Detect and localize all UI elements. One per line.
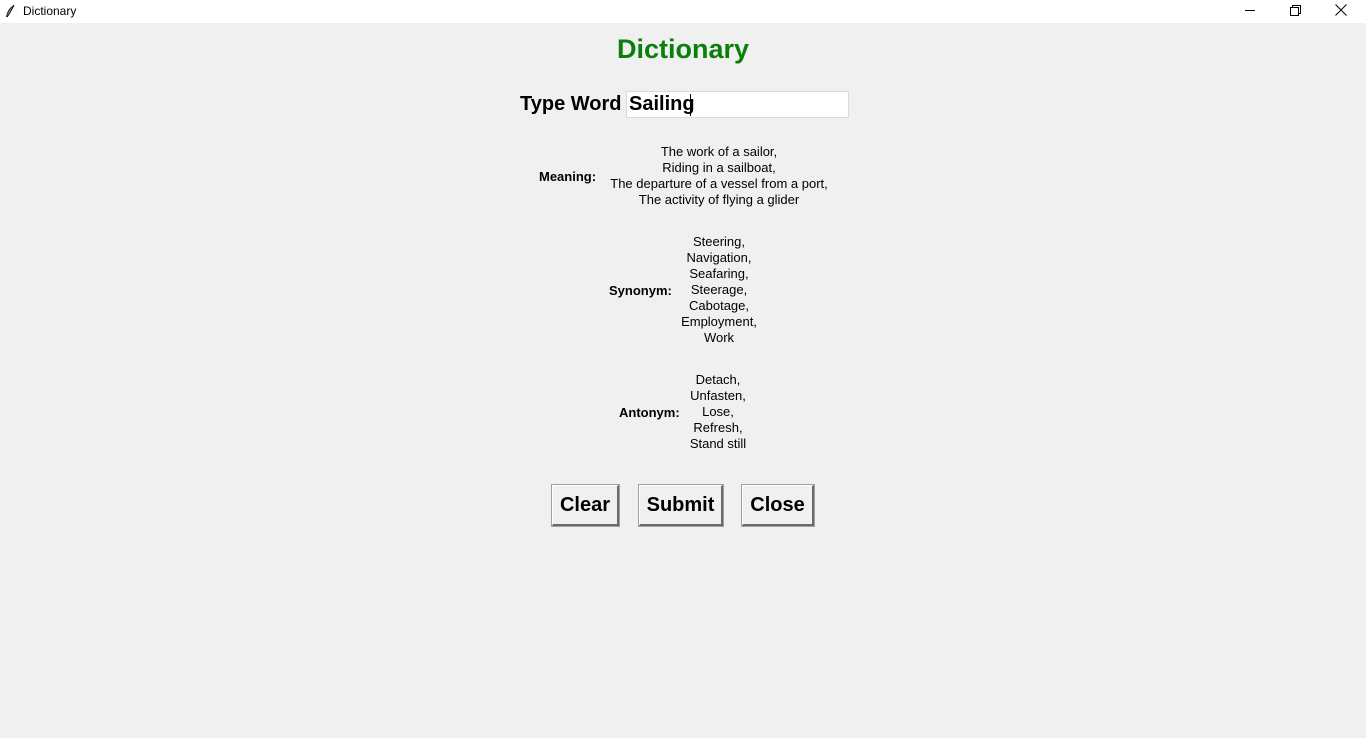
title-bar: Dictionary <box>0 0 1366 24</box>
synonym-line: Steering, <box>692 234 746 249</box>
close-button[interactable]: Close <box>741 484 815 527</box>
window-title: Dictionary <box>23 4 77 18</box>
antonym-label: Antonym: <box>619 405 680 420</box>
antonym-line: Unfasten, <box>690 388 746 403</box>
word-input[interactable] <box>626 91 849 118</box>
antonym-line: Refresh, <box>693 420 743 435</box>
submit-button[interactable]: Submit <box>638 484 724 527</box>
synonym-label: Synonym: <box>609 283 672 298</box>
synonym-line: Steerage, <box>690 282 748 297</box>
synonym-line: Seafaring, <box>689 266 749 281</box>
synonym-text: Steering, Navigation, Seafaring, Steerag… <box>669 234 769 346</box>
synonym-line: Cabotage, <box>689 298 749 313</box>
antonym-line: Detach, <box>695 372 741 387</box>
clear-button[interactable]: Clear <box>551 484 620 527</box>
close-window-button[interactable] <box>1318 0 1364 23</box>
meaning-text: The work of a sailor, Riding in a sailbo… <box>606 144 832 208</box>
app-heading: Dictionary <box>616 34 750 64</box>
meaning-line: The departure of a vessel from a port, <box>610 176 828 191</box>
antonym-text: Detach, Unfasten, Lose, Refresh, Stand s… <box>678 372 758 452</box>
synonym-line: Work <box>703 330 735 345</box>
meaning-label: Meaning: <box>539 169 597 184</box>
restore-icon <box>1289 3 1301 21</box>
type-word-label: Type Word <box>520 93 622 115</box>
meaning-line: The activity of flying a glider <box>638 192 800 207</box>
maximize-button[interactable] <box>1272 0 1318 23</box>
text-caret <box>690 94 691 116</box>
minimize-icon <box>1244 3 1256 21</box>
meaning-line: Riding in a sailboat, <box>662 160 776 175</box>
synonym-line: Navigation, <box>686 250 752 265</box>
minimize-button[interactable] <box>1227 0 1273 23</box>
dictionary-window: Dictionary Dictionary Type Word Sailing … <box>0 0 1366 738</box>
antonym-line: Stand still <box>689 436 747 451</box>
feather-icon <box>4 4 16 19</box>
synonym-line: Employment, <box>681 314 757 329</box>
antonym-line: Lose, <box>702 404 734 419</box>
close-icon <box>1335 3 1347 21</box>
meaning-line: The work of a sailor, <box>660 144 778 159</box>
